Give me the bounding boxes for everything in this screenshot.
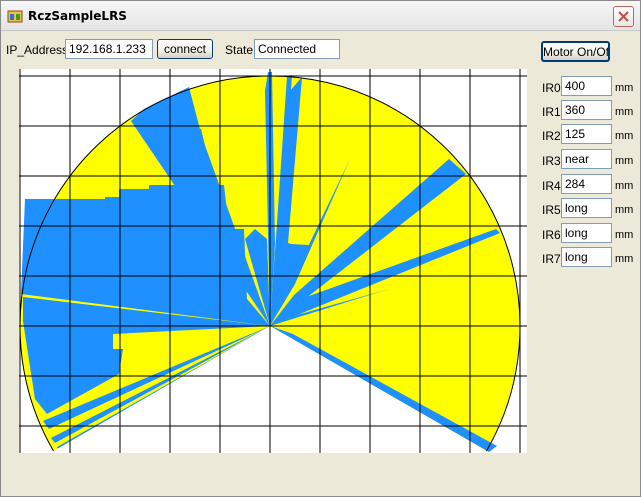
ir-sensor-label: IR2 <box>542 129 561 143</box>
ir-sensor-unit: mm <box>615 106 634 118</box>
ir-sensor-label: IR5 <box>542 203 561 217</box>
ir-sensor-value[interactable]: 360 <box>561 100 612 120</box>
ir-sensor-label: IR4 <box>542 179 561 193</box>
ir-sensor-label: IR1 <box>542 105 561 119</box>
close-button[interactable] <box>613 6 634 27</box>
app-window: RczSampleLRS IP_Address 192.168.1.233 co… <box>0 0 641 497</box>
connect-button[interactable]: connect <box>157 39 213 59</box>
lrs-scan-display <box>19 69 527 453</box>
app-icon <box>7 10 23 23</box>
ir-sensor-unit: mm <box>615 180 634 192</box>
ir-sensor-value[interactable]: 400 <box>561 76 612 96</box>
ir-sensor-value[interactable]: 284 <box>561 174 612 194</box>
ir-sensor-unit: mm <box>615 229 634 241</box>
ir-sensor-label: IR0 <box>542 81 561 95</box>
title-bar: RczSampleLRS <box>1 1 640 31</box>
ir-sensor-value[interactable]: long <box>561 223 612 243</box>
ir-sensor-value[interactable]: long <box>561 198 612 218</box>
ir-sensor-label: IR3 <box>542 154 561 168</box>
ir-sensor-unit: mm <box>615 204 634 216</box>
state-field[interactable]: Connected <box>254 39 340 59</box>
ir-sensor-value[interactable]: long <box>561 247 612 267</box>
ir-sensor-unit: mm <box>615 253 634 265</box>
ir-sensor-unit: mm <box>615 82 634 94</box>
ip-address-label: IP_Address <box>6 43 69 57</box>
ir-sensor-unit: mm <box>615 155 634 167</box>
ip-address-field[interactable]: 192.168.1.233 <box>65 39 153 59</box>
ir-sensor-unit: mm <box>615 130 634 142</box>
window-title: RczSampleLRS <box>28 9 127 23</box>
ir-sensor-value[interactable]: 125 <box>561 124 612 144</box>
ir-sensor-value[interactable]: near <box>561 149 612 169</box>
ir-sensor-label: IR7 <box>542 252 561 266</box>
motor-toggle-button[interactable]: Motor On/Off <box>541 41 610 62</box>
close-icon <box>618 11 629 22</box>
ir-sensor-label: IR6 <box>542 228 561 242</box>
state-label: State <box>225 43 254 57</box>
